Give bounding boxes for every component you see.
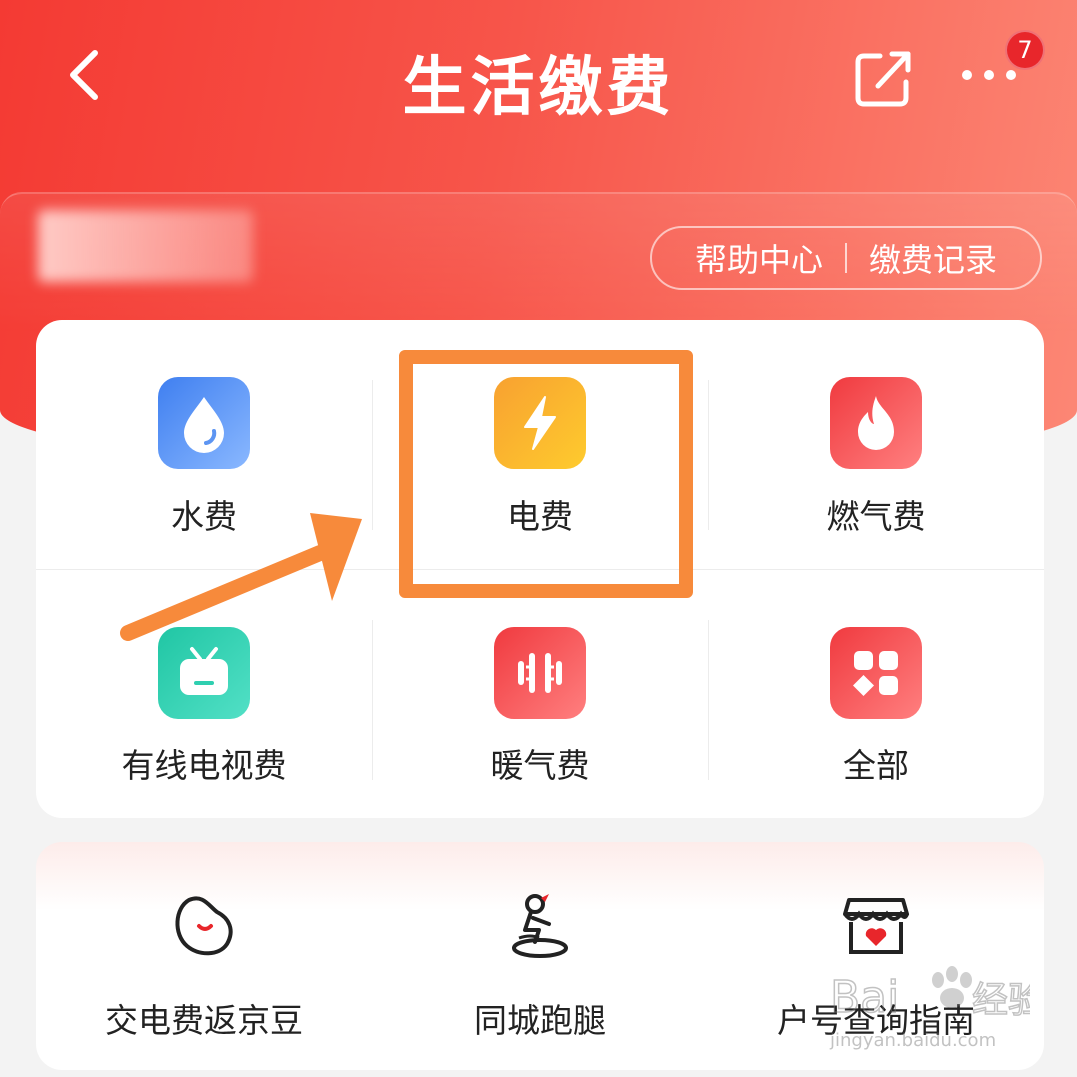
help-center-link[interactable]: 帮助中心 (695, 235, 823, 281)
category-label: 暖气费 (490, 746, 590, 785)
category-gas[interactable]: 燃气费 (708, 320, 1044, 569)
service-label: 同城跑腿 (474, 1001, 606, 1040)
baidu-jingyan-watermark: Bai 经验 (829, 966, 1030, 1024)
water-drop-icon (158, 377, 250, 469)
notification-badge: 7 (1005, 30, 1045, 70)
heater-icon (494, 627, 586, 719)
service-label: 交电费返京豆 (105, 1001, 303, 1040)
category-all[interactable]: 全部 (708, 569, 1044, 818)
shop-heart-icon (843, 898, 909, 954)
svg-text:经验: 经验 (972, 980, 1030, 1021)
grid-icon (830, 627, 922, 719)
share-button[interactable] (850, 42, 920, 112)
category-label: 有线电视费 (121, 746, 287, 785)
svg-text:Bai: Bai (830, 972, 899, 1023)
bean-icon (175, 896, 233, 956)
arrow-annotation (120, 513, 362, 641)
courier-icon (512, 894, 568, 958)
flame-icon (830, 377, 922, 469)
category-label: 燃气费 (826, 497, 926, 536)
help-records-pill: 帮助中心 缴费记录 (650, 226, 1042, 290)
service-courier[interactable]: 同城跑腿 (372, 842, 708, 1070)
category-heating[interactable]: 暖气费 (372, 569, 708, 818)
highlight-box-annotation (399, 350, 693, 598)
blurred-account-info (38, 210, 253, 282)
service-bean-reward[interactable]: 交电费返京豆 (36, 842, 372, 1070)
share-icon (855, 51, 911, 107)
pill-divider (845, 243, 847, 273)
watermark-url: jingyan.baidu.com (830, 1030, 997, 1051)
category-label: 全部 (843, 746, 909, 785)
top-bar: 生活缴费 7 (0, 0, 1077, 160)
payment-records-link[interactable]: 缴费记录 (869, 235, 997, 281)
